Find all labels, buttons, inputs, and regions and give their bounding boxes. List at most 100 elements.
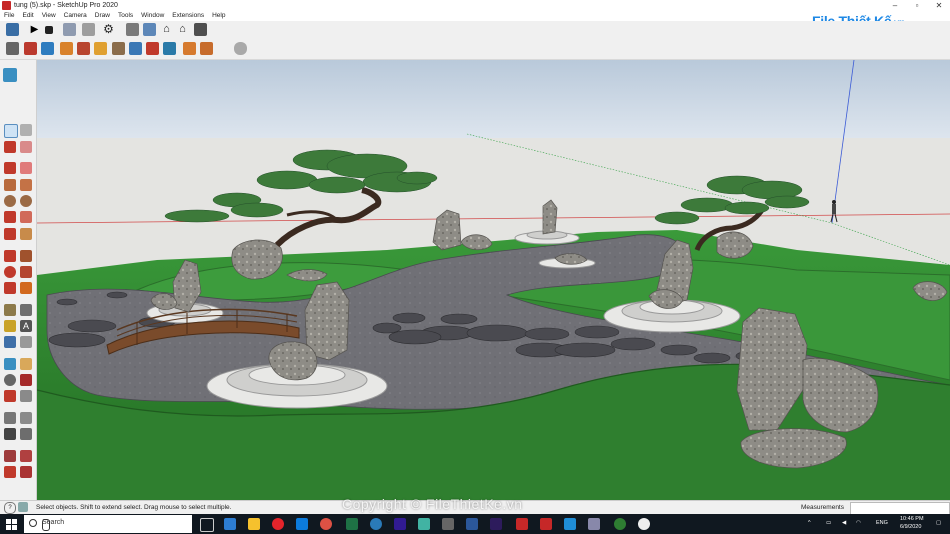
component-tool-icon[interactable]	[20, 141, 32, 153]
3d-text-icon[interactable]	[20, 336, 32, 348]
protractor-icon[interactable]	[4, 320, 16, 332]
info-icon[interactable]: ?	[4, 502, 16, 514]
move-tool-icon[interactable]	[4, 250, 16, 262]
telegram-icon[interactable]	[564, 518, 576, 530]
axes-icon[interactable]	[4, 336, 16, 348]
pie-icon[interactable]	[4, 228, 16, 240]
wifi-icon[interactable]: ◠	[856, 520, 861, 526]
file-explorer-icon[interactable]	[248, 518, 260, 530]
rotated-rectangle-icon[interactable]	[20, 179, 32, 191]
look-around-icon[interactable]	[20, 412, 32, 424]
microphone-icon[interactable]	[42, 519, 50, 531]
zoom-window-icon[interactable]	[20, 374, 32, 386]
arc-icon[interactable]	[4, 211, 16, 223]
menu-file[interactable]: File	[0, 11, 18, 21]
warehouse-tool-icon[interactable]	[4, 450, 16, 462]
paint-bucket-icon[interactable]	[60, 42, 73, 55]
orbit-tool-icon[interactable]	[4, 358, 16, 370]
opera-icon[interactable]	[272, 518, 284, 530]
layout-icon[interactable]	[20, 466, 32, 478]
move-icon[interactable]	[24, 42, 37, 55]
photoshop-icon[interactable]	[394, 518, 406, 530]
eraser-icon[interactable]	[20, 124, 32, 136]
menu-help[interactable]: Help	[208, 11, 229, 21]
windows-start-icon[interactable]	[6, 519, 17, 530]
menu-draw[interactable]: Draw	[91, 11, 114, 21]
sketchup-taskbar-icon[interactable]	[516, 518, 528, 530]
calculator-icon[interactable]	[442, 518, 454, 530]
mail-icon[interactable]	[296, 518, 308, 530]
chrome-icon[interactable]	[320, 518, 332, 530]
share-model-icon[interactable]	[20, 450, 32, 462]
line-icon[interactable]	[4, 162, 16, 174]
warehouse-icon[interactable]	[126, 23, 139, 36]
tape-measure-icon[interactable]	[129, 42, 142, 55]
stop-icon[interactable]	[45, 26, 53, 34]
messenger-icon[interactable]	[638, 518, 650, 530]
follow-me-icon[interactable]	[112, 42, 125, 55]
word-icon[interactable]	[466, 518, 478, 530]
arc-tool-icon[interactable]	[234, 42, 247, 55]
section-display-icon[interactable]	[200, 42, 213, 55]
freehand-icon[interactable]	[20, 162, 32, 174]
task-view-icon[interactable]	[200, 518, 214, 532]
previous-view-icon[interactable]	[20, 390, 32, 402]
network-icon[interactable]: ▭	[826, 520, 831, 526]
walk-icon[interactable]	[4, 428, 16, 440]
polygon-icon[interactable]	[20, 195, 32, 207]
vpn-icon[interactable]	[588, 518, 600, 530]
section-tool-icon[interactable]	[20, 428, 32, 440]
clock-date[interactable]: 6/9/2020	[900, 524, 921, 530]
text-tool-icon[interactable]: A	[20, 320, 32, 332]
minimize-icon[interactable]: –	[884, 0, 906, 11]
layout-taskbar-icon[interactable]	[540, 518, 552, 530]
after-effects-icon[interactable]	[490, 518, 502, 530]
tape-icon[interactable]	[4, 304, 16, 316]
offset-icon[interactable]	[94, 42, 107, 55]
app-icon-2[interactable]	[418, 518, 430, 530]
component-icon[interactable]	[63, 23, 76, 36]
follow-me-tool-icon[interactable]	[20, 266, 32, 278]
camera-settings-icon[interactable]	[82, 23, 95, 36]
play-icon[interactable]: ▶	[28, 23, 41, 36]
select-arrow-icon[interactable]	[4, 124, 18, 138]
taskbar-search[interactable]: Search	[24, 515, 192, 533]
menu-edit[interactable]: Edit	[18, 11, 37, 21]
zoom-extents-icon[interactable]	[4, 390, 16, 402]
home-icon[interactable]: ⌂	[160, 23, 173, 36]
clock-time[interactable]: 10:46 PM	[900, 516, 924, 522]
three-point-arc-icon[interactable]	[20, 228, 32, 240]
menu-view[interactable]: View	[38, 11, 60, 21]
scale-icon[interactable]	[4, 282, 16, 294]
house-outline-icon[interactable]: ⌂	[176, 23, 189, 36]
push-pull-tool-icon[interactable]	[20, 250, 32, 262]
language-indicator[interactable]: ENG	[876, 520, 888, 526]
two-point-arc-icon[interactable]	[20, 211, 32, 223]
extension-warehouse-icon[interactable]	[4, 466, 16, 478]
gear-icon[interactable]: ⚙	[102, 23, 115, 36]
geo-location-icon[interactable]	[18, 502, 28, 512]
excel-icon[interactable]	[346, 518, 358, 530]
menu-camera[interactable]: Camera	[60, 11, 91, 21]
volume-icon[interactable]: ◀	[842, 520, 846, 526]
orbit-icon[interactable]	[163, 42, 176, 55]
scissors-icon[interactable]	[146, 42, 159, 55]
pencil-icon[interactable]	[6, 42, 19, 55]
rotate-icon[interactable]	[41, 42, 54, 55]
zoom-icon[interactable]	[4, 374, 16, 386]
menu-window[interactable]: Window	[137, 11, 168, 21]
dimension-icon[interactable]	[20, 304, 32, 316]
zalo-icon[interactable]	[370, 518, 382, 530]
menu-tools[interactable]: Tools	[114, 11, 137, 21]
circle-icon[interactable]	[4, 195, 16, 207]
offset-tool-icon[interactable]	[20, 282, 32, 294]
tray-up-icon[interactable]: ^	[808, 520, 811, 526]
rotate-tool-icon[interactable]	[4, 266, 16, 278]
scenes-icon[interactable]	[3, 68, 17, 82]
position-camera-icon[interactable]	[4, 412, 16, 424]
close-icon[interactable]: ✕	[928, 0, 950, 11]
pan-icon[interactable]	[20, 358, 32, 370]
display-icon[interactable]	[194, 23, 207, 36]
extension-icon[interactable]	[143, 23, 156, 36]
app-icon-3[interactable]	[614, 518, 626, 530]
